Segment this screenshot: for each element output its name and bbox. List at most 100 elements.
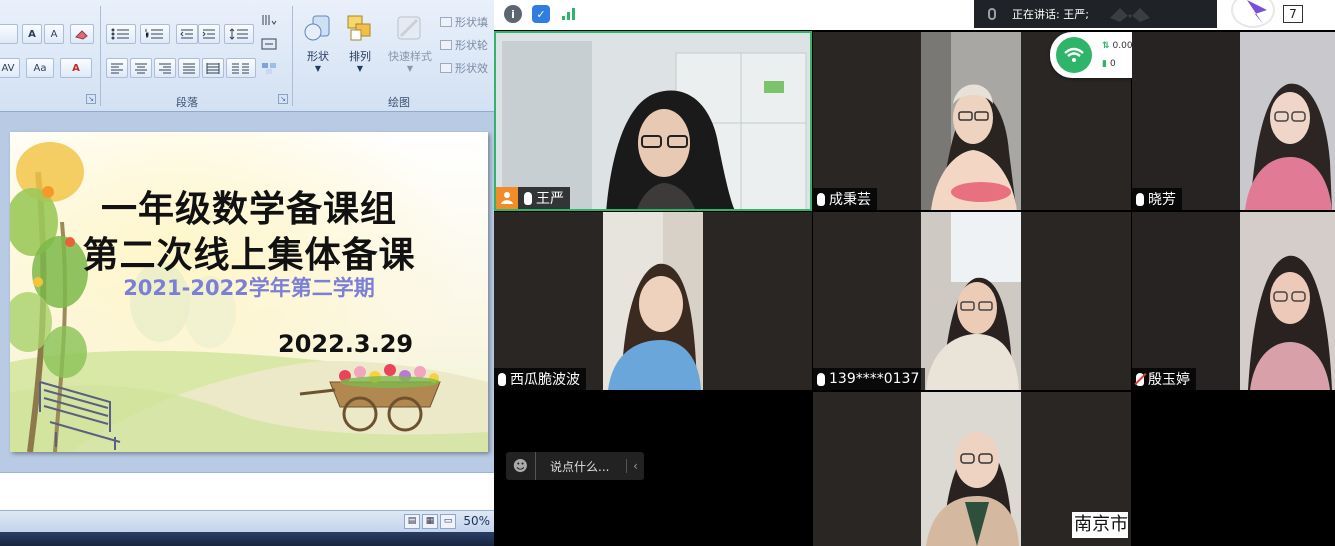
- slide-sorter-icon[interactable]: ▦: [422, 514, 438, 529]
- normal-view-icon[interactable]: ▤: [404, 514, 420, 529]
- eraser-icon: [75, 30, 88, 40]
- pen-icon: [440, 40, 452, 50]
- video-feed: [921, 32, 1021, 210]
- columns-button[interactable]: [226, 58, 256, 78]
- video-tile[interactable]: 王严: [494, 31, 812, 211]
- clear-format-button[interactable]: [70, 24, 94, 44]
- line-spacing-icon: [229, 28, 248, 40]
- slide-thumbnail[interactable]: 一年级数学备课组 第二次线上集体备课 2021-2022学年第二学期 2022.…: [10, 132, 488, 452]
- paragraph-group-label: 段落: [176, 96, 198, 109]
- align-right-button[interactable]: [154, 58, 176, 78]
- shapes-button[interactable]: 形状 ▼: [296, 14, 340, 73]
- align-center-button[interactable]: [130, 58, 152, 78]
- text-direction-icon: [262, 15, 277, 25]
- shield-icon[interactable]: ✓: [532, 5, 550, 23]
- app-logo-icon: [1231, 0, 1275, 28]
- change-case-button[interactable]: Aa: [26, 58, 54, 78]
- justify-icon: [183, 63, 195, 74]
- shape-effects-label: 形状效: [455, 62, 488, 75]
- participant-name: 殷玉婷: [1148, 372, 1190, 388]
- collapse-chevron-icon[interactable]: ‹: [626, 459, 644, 473]
- char-spacing-button[interactable]: AV: [0, 58, 20, 78]
- info-icon[interactable]: i: [504, 5, 522, 23]
- shapes-icon: [303, 14, 333, 44]
- speaking-label: 正在讲话: 王严;: [1012, 8, 1089, 21]
- video-tile[interactable]: 139****0137: [813, 212, 1131, 390]
- chat-placeholder: 说点什么...: [550, 459, 610, 474]
- video-tile[interactable]: 西瓜脆波波: [494, 212, 812, 390]
- font-size-box[interactable]: [0, 24, 18, 44]
- outdent-icon: [180, 29, 193, 39]
- numbered-list-icon: [145, 29, 163, 39]
- participant-name: 成秉芸: [829, 192, 871, 208]
- microphone-icon: [988, 8, 996, 20]
- blurred-avatar-icon: [1109, 8, 1150, 22]
- ribbon-divider: [292, 6, 293, 106]
- ribbon-divider: [100, 6, 101, 106]
- chat-input[interactable]: ☻ 说点什么... ‹: [506, 452, 644, 480]
- quick-styles-label: 快速样式: [388, 50, 432, 63]
- ribbon: A A AV Aa A ↘ 段落 ↘ 形状 ▼ 排列 ▼ 快速样式 ▼ 形状填 …: [0, 0, 494, 112]
- wifi-icon: [1056, 37, 1092, 73]
- arrange-icon: [345, 14, 375, 44]
- quick-styles-icon: [395, 14, 425, 44]
- notes-pane[interactable]: [0, 472, 494, 510]
- bullets-button[interactable]: [106, 24, 136, 44]
- shape-fill-button[interactable]: 形状填: [440, 14, 488, 30]
- participant-name-tag: 139****0137: [813, 368, 926, 390]
- text-direction-button[interactable]: [258, 10, 280, 30]
- quick-styles-button[interactable]: 快速样式 ▼: [382, 14, 438, 73]
- effects-icon: [440, 63, 452, 73]
- shape-outline-button[interactable]: 形状轮: [440, 37, 488, 53]
- arrange-button[interactable]: 排列 ▼: [338, 14, 382, 73]
- increase-indent-button[interactable]: [198, 24, 220, 44]
- slide-date: 2022.3.29: [278, 330, 414, 358]
- microphone-icon: [1136, 192, 1144, 206]
- microphone-icon: [817, 372, 825, 386]
- transfer-icon: ⇅: [1102, 41, 1110, 51]
- powerpoint-window: A A AV Aa A ↘ 段落 ↘ 形状 ▼ 排列 ▼ 快速样式 ▼ 形状填 …: [0, 0, 494, 546]
- slide-title-line-2: 第二次线上集体备课: [82, 235, 416, 276]
- top-right-badge[interactable]: 7: [1217, 0, 1335, 28]
- line-spacing-button[interactable]: [224, 24, 254, 44]
- emoji-icon[interactable]: ☻: [506, 452, 536, 480]
- video-feed: [921, 212, 1021, 390]
- paint-bucket-icon: [440, 17, 452, 27]
- decrease-indent-button[interactable]: [176, 24, 198, 44]
- microphone-icon: [524, 191, 532, 205]
- paragraph-dialog-launcher[interactable]: ↘: [278, 94, 288, 104]
- distributed-button[interactable]: [202, 58, 224, 78]
- slideshow-view-icon[interactable]: ▭: [440, 514, 456, 529]
- speaking-indicator: 正在讲话: 王严;: [974, 0, 1217, 28]
- grow-font-button[interactable]: A: [22, 24, 42, 44]
- shape-fill-label: 形状填: [455, 16, 488, 29]
- zoom-level[interactable]: 50%: [463, 514, 490, 528]
- align-left-icon: [111, 63, 123, 74]
- bullet-list-icon: [111, 28, 129, 40]
- distribute-icon: [206, 63, 220, 74]
- meeting-window: i ✓ 正在讲话: 王严; 7 王严 成秉芸 ⇅ 0.00K/s ▮ 0 晓芳 …: [494, 0, 1335, 546]
- font-color-button[interactable]: A: [60, 58, 92, 78]
- justify-button[interactable]: [178, 58, 200, 78]
- smartart-button[interactable]: [258, 58, 280, 78]
- slide-title-line-1: 一年级数学备课组: [100, 189, 397, 230]
- participant-name-tag: 王严: [496, 187, 570, 209]
- align-text-button[interactable]: [258, 34, 280, 54]
- font-dialog-launcher[interactable]: ↘: [86, 94, 96, 104]
- participant-name-tag: 西瓜脆波波: [494, 368, 586, 390]
- video-tile[interactable]: 晓芳: [1132, 32, 1335, 210]
- participant-name: 王严: [536, 191, 564, 207]
- video-tile[interactable]: 殷玉婷: [1132, 212, 1335, 390]
- signal-icon[interactable]: [560, 5, 578, 23]
- drawing-group-label: 绘图: [388, 96, 410, 109]
- align-left-button[interactable]: [106, 58, 128, 78]
- muted-microphone-icon: [1136, 372, 1144, 386]
- shape-effects-button[interactable]: 形状效: [440, 60, 488, 76]
- indent-icon: [202, 29, 215, 39]
- participant-count[interactable]: 7: [1283, 5, 1303, 23]
- packet-loss: 0: [1109, 59, 1116, 69]
- slide-pane[interactable]: 一年级数学备课组 第二次线上集体备课 2021-2022学年第二学期 2022.…: [0, 112, 494, 472]
- numbering-button[interactable]: [140, 24, 170, 44]
- shrink-font-button[interactable]: A: [44, 24, 64, 44]
- smartart-icon: [262, 63, 276, 74]
